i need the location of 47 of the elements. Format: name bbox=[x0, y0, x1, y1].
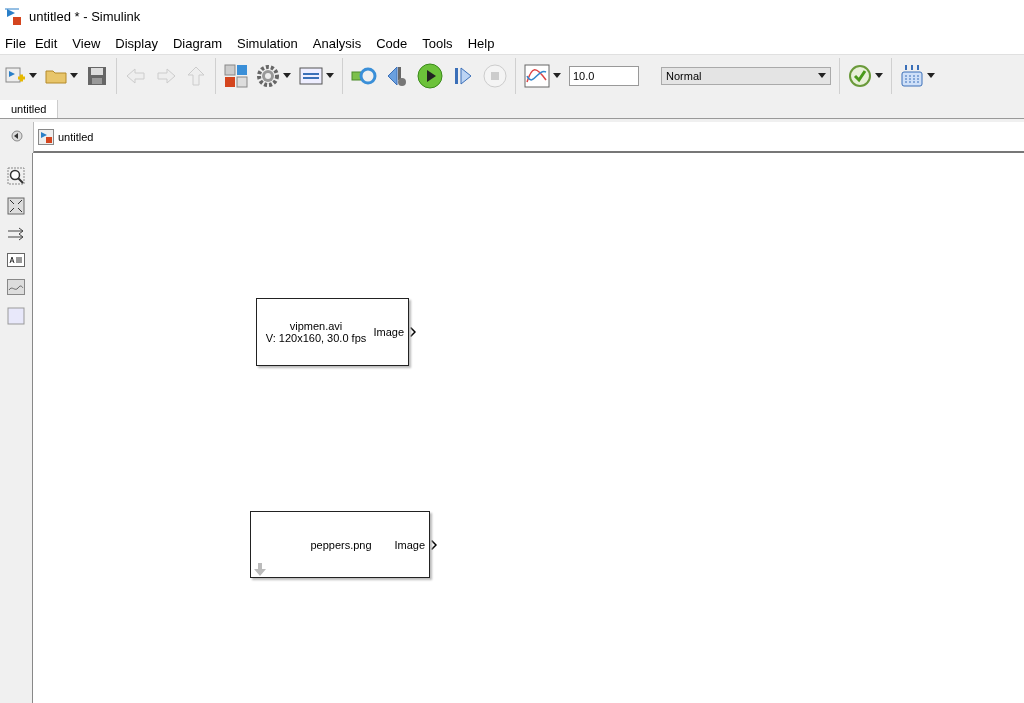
back-icon[interactable] bbox=[10, 130, 23, 142]
model-tab[interactable]: untitled bbox=[0, 100, 59, 118]
fit-to-view-icon[interactable] bbox=[7, 197, 25, 215]
checkmark-icon[interactable] bbox=[848, 63, 872, 88]
port-label: Image bbox=[394, 538, 425, 551]
output-port-icon bbox=[410, 327, 416, 337]
menu-item[interactable]: Diagram bbox=[172, 35, 230, 51]
caret-icon[interactable] bbox=[927, 73, 935, 78]
caret-icon bbox=[818, 73, 826, 78]
calendar-grid-icon[interactable] bbox=[900, 63, 924, 88]
explorer-icon[interactable] bbox=[299, 64, 323, 87]
caret-icon[interactable] bbox=[283, 73, 291, 78]
caret-icon[interactable] bbox=[326, 73, 334, 78]
window-title: untitled * - Simulink bbox=[29, 8, 141, 24]
scope-icon[interactable] bbox=[524, 63, 550, 88]
simulink-logo-icon bbox=[5, 6, 23, 26]
model-icon bbox=[38, 128, 54, 145]
block[interactable]: peppers.png Image bbox=[250, 511, 430, 578]
caret-icon[interactable] bbox=[875, 73, 883, 78]
breadcrumb-link[interactable]: untitled bbox=[58, 130, 94, 143]
gear-icon[interactable] bbox=[256, 63, 280, 88]
caret-icon[interactable] bbox=[553, 73, 561, 78]
annotation-icon[interactable] bbox=[7, 253, 25, 267]
port-label: Image bbox=[373, 326, 404, 338]
block-label: vipmen.avi V: 120x160, 30.0 fps bbox=[264, 320, 368, 344]
arrows-icon[interactable] bbox=[7, 227, 25, 241]
caret-icon[interactable] bbox=[29, 73, 37, 78]
menu-item[interactable]: Analysis bbox=[312, 35, 369, 51]
down-arrow-icon bbox=[254, 563, 266, 576]
output-port-icon bbox=[431, 539, 437, 550]
menu-item[interactable]: Code bbox=[376, 35, 415, 51]
menu-item[interactable]: Display bbox=[115, 35, 165, 51]
menu-item[interactable]: View bbox=[72, 35, 108, 51]
run-icon[interactable] bbox=[417, 62, 443, 89]
menu-item[interactable]: Help bbox=[467, 35, 502, 51]
stop-time-field[interactable]: 10.0 bbox=[569, 65, 639, 86]
simulation-mode-dropdown[interactable]: Normal bbox=[661, 66, 831, 85]
image-icon[interactable] bbox=[7, 279, 25, 295]
menu-item[interactable]: Tools bbox=[422, 35, 460, 51]
library-icon[interactable] bbox=[224, 63, 248, 88]
menu-item[interactable]: File bbox=[5, 35, 33, 51]
save-icon[interactable] bbox=[86, 64, 108, 87]
caret-icon[interactable] bbox=[70, 73, 78, 78]
block-label: peppers.png bbox=[309, 538, 373, 551]
menu-item[interactable]: Simulation bbox=[237, 35, 305, 51]
zoom-icon[interactable] bbox=[7, 167, 25, 185]
menu-item[interactable]: Edit bbox=[34, 35, 65, 51]
